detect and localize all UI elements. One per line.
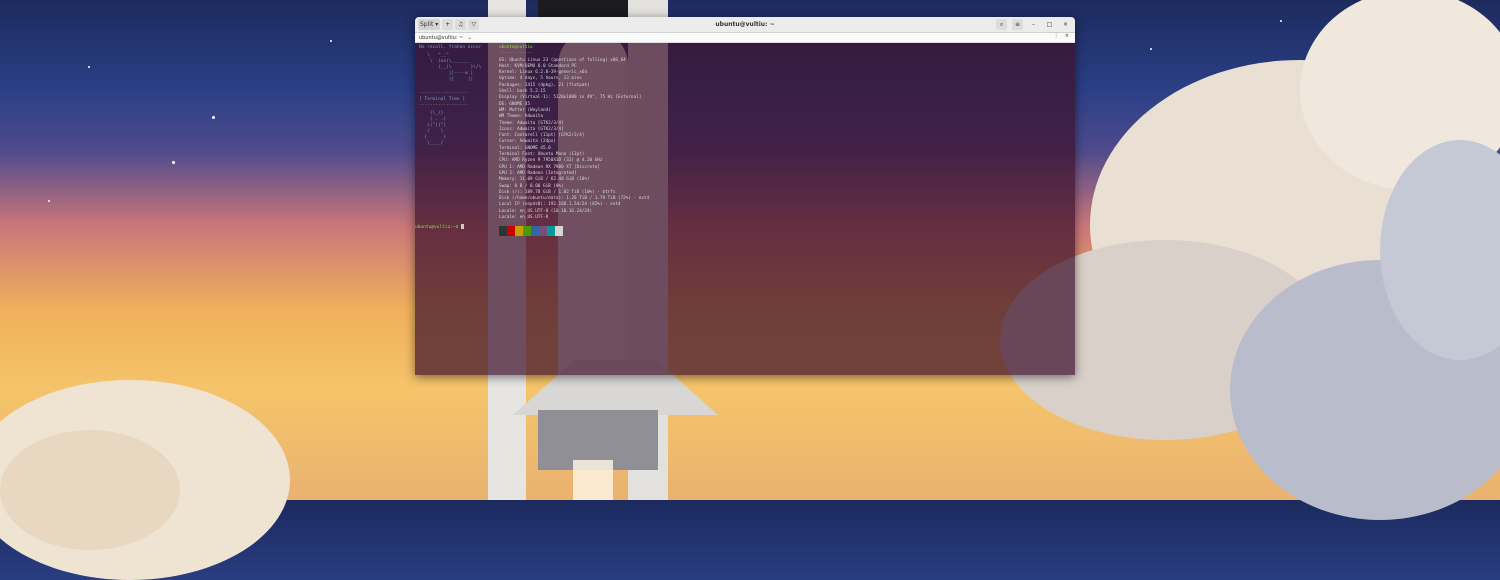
window-controls: ⌕ ≡ – □ × bbox=[994, 19, 1071, 30]
star bbox=[212, 116, 215, 119]
art-line: ( . .) bbox=[419, 117, 447, 122]
cursor bbox=[461, 224, 465, 229]
plus-icon: + bbox=[445, 21, 451, 28]
terminal-content[interactable]: No recall, frahan occur \ ^__^ \ (oo)\__… bbox=[415, 42, 1075, 375]
star bbox=[330, 40, 332, 42]
filter-icon: ▽ bbox=[471, 21, 477, 28]
search-icon: ⌕ bbox=[999, 20, 1004, 28]
tab-terminal[interactable]: ubuntu@vultiu: ~ ⌄ bbox=[415, 35, 476, 41]
music-button[interactable]: ♫ bbox=[455, 19, 467, 30]
cow-ascii-art: \ ^__^ \ (oo)\_______ (__)\ )\/\ ||----w… bbox=[419, 53, 487, 83]
minimize-button[interactable]: – bbox=[1028, 19, 1039, 30]
minimize-icon: – bbox=[1032, 21, 1035, 28]
chevron-down-icon: ▾ bbox=[435, 21, 439, 28]
star bbox=[1150, 48, 1152, 50]
maximize-icon: □ bbox=[1046, 21, 1053, 28]
art-line: || || bbox=[419, 77, 474, 82]
palette-swatch bbox=[523, 226, 531, 237]
bunny-ascii-art: (\_/) ( . .) c(")(") / \ ( ) \____/ bbox=[419, 111, 487, 147]
separator: ------------------ bbox=[419, 103, 468, 108]
terminal-pane-right[interactable]: ubuntu@vultiu ------------- OS: Ubuntu L… bbox=[499, 42, 1075, 375]
prompt-text: ubuntu@vultiu:~$ bbox=[415, 225, 462, 230]
star bbox=[1280, 20, 1282, 22]
close-button[interactable]: × bbox=[1060, 19, 1071, 30]
music-icon: ♫ bbox=[458, 21, 464, 28]
close-icon: × bbox=[1062, 21, 1069, 28]
tab-label: ubuntu@vultiu: ~ bbox=[419, 34, 464, 41]
chevron-down-icon[interactable]: ⌄ bbox=[467, 35, 471, 41]
art-line: c(")(") bbox=[419, 123, 447, 128]
palette-swatch bbox=[499, 226, 507, 237]
art-line: \____/ bbox=[419, 141, 444, 146]
hamburger-icon: ≡ bbox=[1014, 21, 1021, 28]
cowsay-bubble: No recall, frahan occur bbox=[419, 45, 482, 50]
art-line: ||----w | bbox=[419, 71, 474, 76]
new-tab-button[interactable]: + bbox=[442, 19, 454, 30]
terminal-pane-left[interactable]: No recall, frahan occur \ ^__^ \ (oo)\__… bbox=[415, 42, 491, 375]
art-line: \ (oo)\_______ bbox=[419, 59, 471, 64]
close-tab-icon[interactable]: × bbox=[1065, 33, 1069, 39]
star bbox=[48, 200, 50, 202]
menu-button[interactable]: ≡ bbox=[1012, 19, 1023, 30]
split-button[interactable]: Split ▾ bbox=[418, 19, 441, 30]
shell-prompt[interactable]: ubuntu@vultiu:~$ bbox=[415, 224, 465, 231]
art-line: / \ bbox=[419, 129, 444, 134]
kebab-menu-icon[interactable]: ⋮ bbox=[1054, 33, 1059, 39]
palette-swatch bbox=[531, 226, 539, 237]
art-line: ( ) bbox=[419, 135, 447, 140]
title-bar[interactable]: Split ▾ + ♫ ▽ ubuntu@vultiu: ~ ⌕ ≡ – □ × bbox=[415, 17, 1075, 33]
window-title: ubuntu@vultiu: ~ bbox=[715, 21, 775, 28]
color-palette bbox=[499, 226, 1075, 237]
system-info-list: OS: Ubuntu Linux 23 (questions of fallin… bbox=[499, 58, 1075, 222]
palette-swatch bbox=[547, 226, 555, 237]
art-line: (\_/) bbox=[419, 111, 444, 116]
filter-button[interactable]: ▽ bbox=[468, 19, 480, 30]
palette-swatch bbox=[515, 226, 523, 237]
split-button-label: Split bbox=[420, 21, 434, 28]
palette-swatch bbox=[539, 226, 547, 237]
search-button[interactable]: ⌕ bbox=[996, 19, 1007, 30]
palette-swatch bbox=[555, 226, 563, 237]
terminal-window[interactable]: Split ▾ + ♫ ▽ ubuntu@vultiu: ~ ⌕ ≡ – □ ×… bbox=[415, 17, 1075, 375]
art-line: \ ^__^ bbox=[419, 53, 449, 58]
maximize-button[interactable]: □ bbox=[1044, 19, 1055, 30]
palette-swatch bbox=[507, 226, 515, 237]
star bbox=[172, 161, 175, 164]
art-line: (__)\ )\/\ bbox=[419, 65, 482, 70]
star bbox=[88, 66, 90, 68]
system-info-line: Locale: en_US.UTF-8 bbox=[499, 215, 549, 221]
cloud bbox=[0, 430, 180, 550]
tab-actions: ⋮ × bbox=[1054, 33, 1069, 39]
